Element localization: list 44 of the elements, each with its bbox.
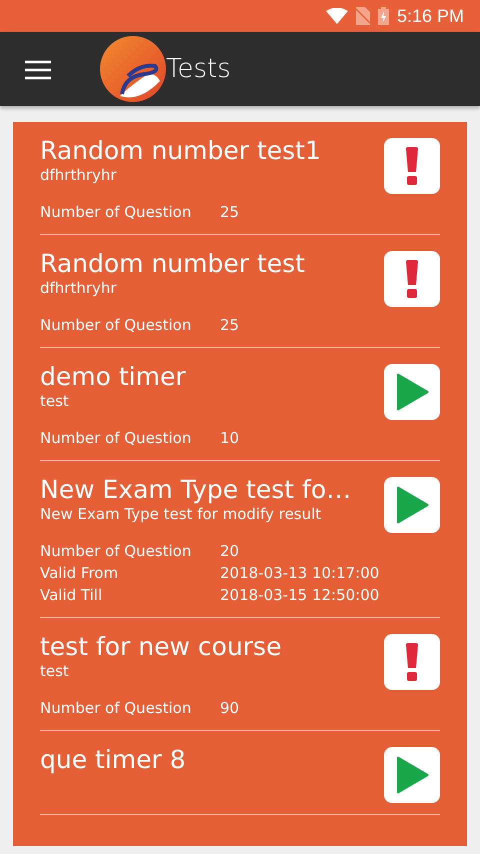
exclamation-icon: [405, 643, 419, 681]
play-icon: [395, 373, 429, 411]
detail-label: Number of Question: [40, 541, 192, 562]
detail-label: Valid From: [40, 563, 120, 584]
detail-value: 2018-03-15 12:50:00: [220, 586, 380, 604]
detail-label: Number of Question: [40, 428, 192, 449]
detail-label: Number of Question: [40, 202, 192, 223]
app-logo: [100, 36, 166, 102]
detail-value: 10: [220, 429, 240, 447]
detail-value: 2018-03-13 10:17:00: [220, 564, 380, 582]
start-test-button[interactable]: [384, 477, 440, 533]
test-description: New Exam Type test for modify result: [40, 505, 322, 523]
exclamation-icon: [405, 260, 419, 298]
test-description: dfhrthryhr: [40, 279, 118, 297]
play-icon: [395, 486, 429, 524]
detail-label: Number of Question: [40, 698, 192, 719]
status-time: 5:16 PM: [396, 4, 464, 28]
detail-value: 90: [220, 699, 240, 717]
detail-label: Valid Till: [40, 585, 104, 606]
test-title: New Exam Type test fo…: [40, 475, 352, 505]
no-sim-icon: [356, 7, 370, 25]
unavailable-button[interactable]: [384, 138, 440, 194]
app-title: Tests: [166, 52, 231, 86]
detail-value: 20: [220, 542, 240, 560]
wifi-icon: [326, 8, 348, 24]
test-title: Random number test: [40, 249, 306, 279]
test-title: que timer 8: [40, 745, 187, 775]
detail-label: Number of Question: [40, 315, 192, 336]
start-test-button[interactable]: [384, 747, 440, 803]
test-title: demo timer: [40, 362, 187, 392]
test-description: dfhrthryhr: [40, 166, 118, 184]
unavailable-button[interactable]: [384, 634, 440, 690]
detail-value: 25: [220, 203, 240, 221]
menu-icon: [25, 60, 51, 80]
exclamation-icon: [405, 147, 419, 185]
start-test-button[interactable]: [384, 364, 440, 420]
test-title: test for new course: [40, 632, 282, 662]
test-description: test: [40, 392, 70, 410]
test-description: test: [40, 662, 70, 680]
battery-icon: [378, 7, 389, 25]
test-title: Random number test1: [40, 136, 322, 166]
unavailable-button[interactable]: [384, 251, 440, 307]
detail-value: 25: [220, 316, 240, 334]
play-icon: [395, 756, 429, 794]
